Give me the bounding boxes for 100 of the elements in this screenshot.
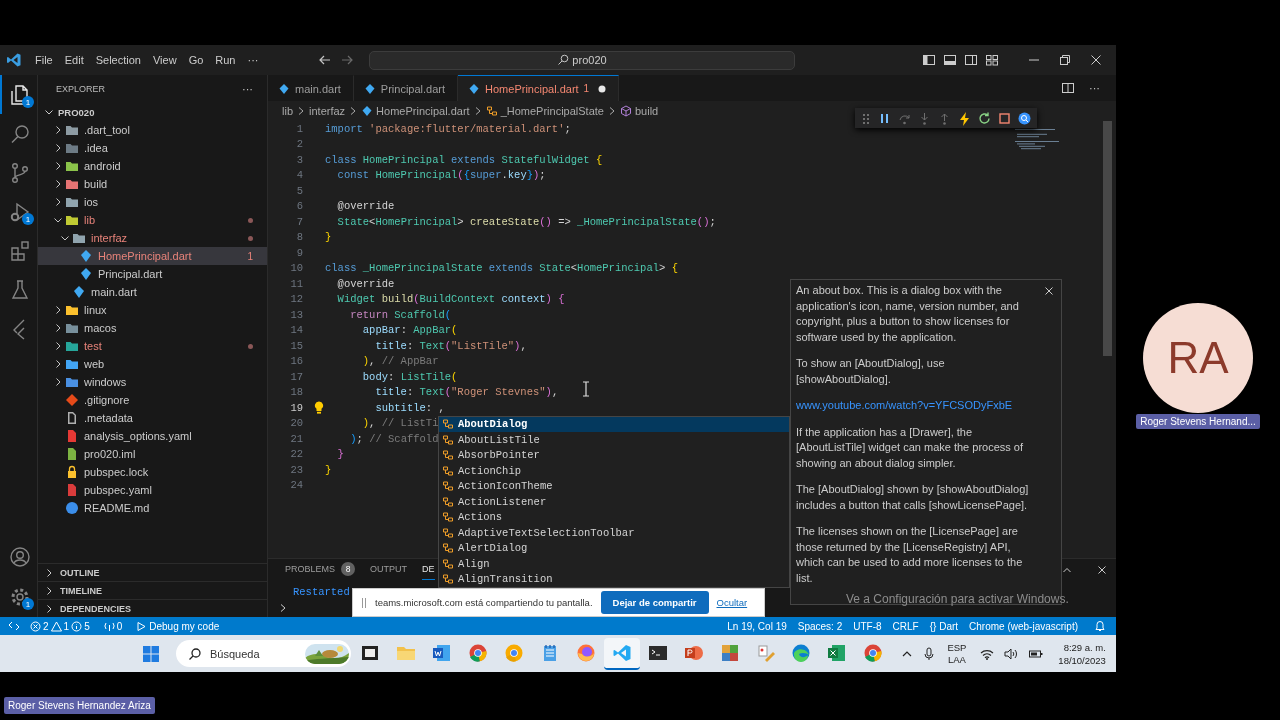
tree-item[interactable]: web — [38, 355, 267, 373]
breadcrumb-item[interactable]: lib — [282, 105, 293, 117]
back-arrow-icon[interactable] — [318, 53, 332, 67]
section-header[interactable]: TIMELINE — [38, 581, 267, 599]
stop-icon[interactable] — [997, 110, 1012, 126]
suggestion-item[interactable]: AdaptiveTextSelectionToolbar — [439, 525, 789, 541]
panel-tab[interactable]: OUTPUT — [370, 559, 407, 580]
debug-status[interactable]: Debug my code — [136, 620, 220, 632]
editor-tab[interactable]: HomePrincipal.dart 1 — [458, 75, 620, 101]
status-item[interactable]: CRLF — [892, 620, 919, 632]
tree-item[interactable]: android — [38, 157, 267, 175]
taskbar-search-field[interactable]: Búsqueda — [176, 640, 351, 667]
wifi-icon[interactable] — [980, 647, 995, 660]
menu-item[interactable]: Edit — [59, 52, 89, 68]
sidebar-toggle-icon[interactable] — [922, 53, 936, 67]
tree-item[interactable]: analysis_options.yaml — [38, 427, 267, 445]
menu-item[interactable]: Run — [210, 52, 241, 68]
suggestion-item[interactable]: ActionListener — [439, 494, 789, 510]
breadcrumb-item[interactable]: _HomePrincipalState — [485, 105, 604, 117]
status-item[interactable]: Ln 19, Col 19 — [727, 620, 787, 632]
menu-item[interactable]: View — [147, 52, 182, 68]
menu-item[interactable]: ··· — [242, 52, 264, 68]
tree-item[interactable]: ios — [38, 193, 267, 211]
suggestion-item[interactable]: AlertDialog — [439, 540, 789, 556]
inspect-icon[interactable] — [1017, 110, 1032, 126]
tree-item[interactable]: build — [38, 175, 267, 193]
split-editor-icon[interactable] — [1061, 81, 1075, 95]
panel-tab[interactable]: PROBLEMS 8 — [285, 559, 355, 580]
suggestion-item[interactable]: Actions — [439, 509, 789, 525]
panel-toggle-icon[interactable] — [943, 53, 957, 67]
layout-icon[interactable] — [985, 53, 999, 67]
forward-arrow-icon[interactable] — [340, 53, 354, 67]
restore-icon[interactable] — [1059, 54, 1071, 66]
menu-item[interactable]: Go — [183, 52, 209, 68]
suggestion-item[interactable]: AlignTransition — [439, 571, 789, 587]
activity-button[interactable]: 1 — [0, 192, 37, 231]
status-item[interactable]: {} Dart — [929, 620, 959, 632]
activity-button[interactable]: 1 — [0, 577, 37, 617]
line-number: 13 — [289, 308, 303, 321]
lightning-icon[interactable] — [957, 110, 972, 126]
tree-item[interactable]: pro020.iml — [38, 445, 267, 463]
start-icon[interactable] — [142, 644, 160, 663]
tree-item[interactable]: pubspec.lock — [38, 463, 267, 481]
line-number: 22 — [289, 448, 303, 461]
bell-icon[interactable] — [1094, 620, 1106, 632]
close-icon[interactable] — [1044, 286, 1054, 296]
link[interactable]: www.youtube.com/watch?v=YFCSODyFxbE — [796, 399, 1013, 411]
suggestion-item[interactable]: ActionChip — [439, 463, 789, 479]
command-search-field[interactable]: pro020 — [369, 50, 795, 70]
stop-sharing-button[interactable]: Dejar de compartir — [600, 591, 709, 614]
tree-item[interactable]: lib — [38, 211, 267, 229]
remote-icon[interactable] — [8, 620, 20, 632]
battery-icon[interactable] — [1028, 647, 1045, 660]
keyboard-language[interactable]: LAA — [947, 653, 966, 666]
ports-status[interactable]: 0 — [103, 620, 123, 632]
more-button[interactable]: ··· — [1083, 75, 1106, 101]
tree-item[interactable]: interfaz — [38, 229, 267, 247]
status-item[interactable]: UTF-8 — [853, 620, 882, 632]
tree-item[interactable]: Principal.dart — [38, 265, 267, 283]
close-icon[interactable] — [1090, 54, 1102, 66]
suggestion-item[interactable]: AboutDialog — [439, 416, 789, 432]
close-icon[interactable] — [1096, 563, 1108, 576]
tree-item[interactable]: .gitignore — [38, 391, 267, 409]
volume-icon[interactable] — [1004, 647, 1019, 660]
menu-item[interactable]: File — [30, 52, 58, 68]
status-item[interactable]: Chrome (web-javascript) — [969, 620, 1078, 632]
status-item[interactable]: Spaces: 2 — [797, 620, 843, 632]
tree-item[interactable]: .metadata — [38, 409, 267, 427]
microphone-icon[interactable] — [923, 646, 936, 661]
secondary-sidebar-icon[interactable] — [964, 53, 978, 67]
suggestion-item[interactable]: AboutListTile — [439, 432, 789, 448]
suggestion-item[interactable]: Align — [439, 556, 789, 572]
project-header[interactable]: PRO020 — [38, 103, 267, 121]
more-button[interactable]: ··· — [240, 83, 255, 95]
tree-item[interactable]: .dart_tool — [38, 121, 267, 139]
scrollbar-thumb[interactable] — [1103, 121, 1112, 356]
breadcrumb-item[interactable]: HomePrincipal.dart — [361, 105, 470, 117]
tree-item[interactable]: test — [38, 337, 267, 355]
tree-item[interactable]: HomePrincipal.dart 1 — [38, 247, 267, 265]
tree-item[interactable]: .idea — [38, 139, 267, 157]
breadcrumb-item[interactable]: interfaz — [309, 105, 346, 117]
tree-item[interactable]: pubspec.yaml — [38, 481, 267, 499]
lightbulb-icon[interactable] — [314, 401, 324, 415]
clock-date[interactable]: 18/10/2023 — [1058, 653, 1106, 667]
suggestion-item[interactable]: ActionIconTheme — [439, 478, 789, 494]
tree-item[interactable]: windows — [38, 373, 267, 391]
menu-item[interactable]: Selection — [90, 52, 146, 68]
tree-item[interactable]: main.dart — [38, 283, 267, 301]
clock-time[interactable]: 8:29 a. m. — [1063, 640, 1106, 654]
restart-icon[interactable] — [977, 110, 992, 126]
hide-link[interactable]: Ocultar — [716, 597, 748, 608]
tree-item[interactable]: README.md — [38, 499, 267, 517]
problems-status[interactable]: 2 1 5 — [30, 620, 90, 632]
breadcrumb-item[interactable]: build — [620, 105, 659, 117]
panel-tab[interactable]: DE — [422, 559, 435, 580]
tree-item[interactable]: macos — [38, 319, 267, 337]
section-header[interactable]: OUTLINE — [38, 563, 267, 581]
tree-item[interactable]: linux — [38, 301, 267, 319]
keyboard-language[interactable]: ESP — [947, 641, 967, 654]
suggestion-item[interactable]: AbsorbPointer — [439, 447, 789, 463]
